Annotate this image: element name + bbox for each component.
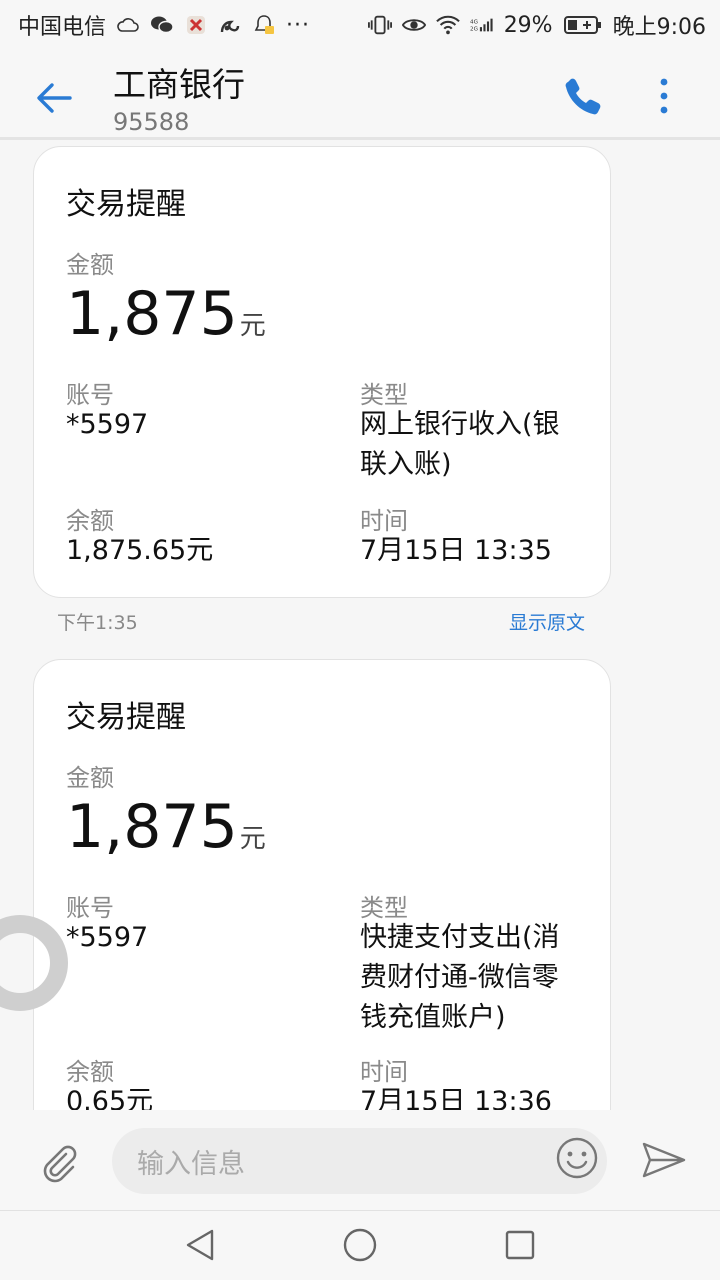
battery-percent: 29%	[503, 12, 553, 38]
nav-recent-apps-icon[interactable]	[504, 1229, 536, 1261]
signal-icon: 4G 2G	[470, 13, 494, 37]
message-input-placeholder: 输入信息	[137, 1149, 245, 1180]
status-bar: 中国电信 ··· 4G 2G 29% 晚上9:06	[0, 0, 720, 50]
amount-number: 1,875	[66, 279, 238, 349]
eye-icon	[401, 13, 426, 37]
attachment-clip-icon[interactable]	[36, 1140, 80, 1184]
clock: 晚上9:06	[612, 15, 706, 40]
type-value-line1: 网上银行收入(银	[360, 409, 560, 440]
nav-back-icon[interactable]	[182, 1227, 218, 1263]
amount-value: 1,875元	[66, 792, 266, 862]
vibrate-icon	[367, 13, 392, 37]
amount-unit: 元	[239, 311, 266, 341]
battery-icon	[563, 13, 603, 37]
more-options-icon[interactable]	[652, 74, 676, 118]
message-list[interactable]: 交易提醒 金额 1,875元 账号 *5597 类型 网上银行收入(银 联入账)…	[0, 143, 720, 1110]
time-value: 7月15日 13:35	[360, 535, 552, 566]
contact-name: 工商银行	[113, 65, 245, 104]
show-original-link[interactable]: 显示原文	[509, 608, 585, 635]
message-input[interactable]: 输入信息	[112, 1128, 607, 1194]
phone-call-icon[interactable]	[562, 74, 606, 118]
message-title: 交易提醒	[66, 187, 186, 222]
time-value: 7月15日 13:36	[360, 1086, 552, 1110]
system-nav-bar	[0, 1210, 720, 1280]
svg-text:4G: 4G	[470, 20, 478, 26]
amount-unit: 元	[239, 824, 266, 854]
carrier-label: 中国电信	[18, 15, 107, 40]
wechat-icon	[150, 13, 174, 37]
message-card[interactable]: 交易提醒 金额 1,875元 账号 *5597 类型 快捷支付支出(消 费财付通…	[33, 659, 611, 1110]
balance-value: 0.65元	[66, 1086, 154, 1110]
nav-home-icon[interactable]	[342, 1227, 378, 1263]
balance-value: 1,875.65元	[66, 535, 214, 566]
amount-value: 1,875元	[66, 279, 266, 349]
account-value: *5597	[66, 409, 149, 440]
type-value-line2: 联入账)	[360, 449, 452, 480]
message-title: 交易提醒	[66, 700, 186, 735]
qq-icon	[252, 13, 276, 37]
send-icon[interactable]	[640, 1140, 688, 1180]
amount-number: 1,875	[66, 792, 238, 862]
uc-icon	[218, 13, 242, 37]
account-value: *5597	[66, 922, 149, 953]
received-time: 下午1:35	[57, 612, 138, 634]
conversation-header: 工商银行 95588	[0, 50, 720, 140]
amount-label: 金额	[66, 251, 114, 279]
app-icon	[184, 13, 208, 37]
message-card[interactable]: 交易提醒 金额 1,875元 账号 *5597 类型 网上银行收入(银 联入账)…	[33, 146, 611, 598]
weather-icon	[116, 13, 140, 37]
svg-text:2G: 2G	[470, 27, 478, 33]
back-arrow-icon[interactable]	[30, 74, 78, 122]
type-value-line3: 钱充值账户)	[360, 1002, 506, 1033]
emoji-icon[interactable]	[555, 1136, 599, 1180]
more-notifications-icon: ···	[286, 12, 310, 38]
type-value-line2: 费财付通-微信零	[360, 962, 559, 993]
wifi-icon	[435, 13, 460, 37]
compose-bar: 输入信息	[0, 1110, 720, 1210]
contact-number: 95588	[113, 108, 190, 136]
amount-label: 金额	[66, 764, 114, 792]
type-value-line1: 快捷支付支出(消	[360, 922, 560, 953]
